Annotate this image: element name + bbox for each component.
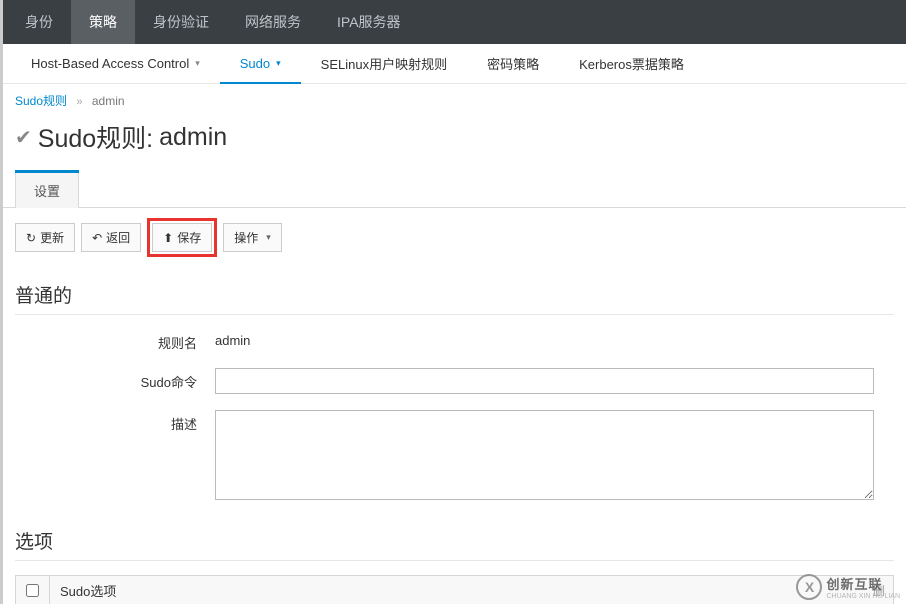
select-all-checkbox[interactable]	[26, 584, 39, 597]
subnav-sudo[interactable]: Sudo ▾	[220, 45, 301, 84]
upload-icon: ⬆	[163, 231, 173, 245]
row-sudo-command: Sudo命令	[15, 368, 894, 394]
actions-label: 操作	[234, 229, 258, 246]
value-rule-name: admin	[215, 329, 894, 348]
section-general: 普通的 规则名 admin Sudo命令 描述	[3, 273, 906, 503]
breadcrumb: Sudo规则 » admin	[3, 84, 906, 115]
label-description: 描述	[15, 410, 215, 433]
actions-dropdown[interactable]: 操作	[223, 223, 282, 252]
nav-network-services[interactable]: 网络服务	[227, 0, 319, 44]
textarea-description[interactable]	[215, 410, 874, 500]
options-table-header: Sudo选项 删	[15, 575, 894, 604]
page-title-prefix: Sudo规则:	[38, 119, 153, 155]
section-options-title: 选项	[15, 519, 894, 561]
save-label: 保存	[177, 229, 201, 246]
input-sudo-command[interactable]	[215, 368, 874, 394]
save-highlight: ⬆ 保存	[147, 218, 217, 257]
primary-nav: 身份 策略 身份验证 网络服务 IPA服务器	[3, 0, 906, 44]
subnav-selinux[interactable]: SELinux用户映射规则	[301, 44, 467, 83]
subnav-password-policy[interactable]: 密码策略	[467, 44, 559, 83]
subnav-kerberos[interactable]: Kerberos票据策略	[559, 44, 704, 83]
nav-policy[interactable]: 策略	[71, 0, 135, 44]
secondary-nav: Host-Based Access Control ▾ Sudo ▾ SELin…	[3, 44, 906, 84]
watermark: X 创新互联 CHUANG XIN HU LIAN	[796, 574, 900, 600]
toolbar: ↻ 更新 ↶ 返回 ⬆ 保存 操作	[3, 208, 906, 273]
nav-ipa-server[interactable]: IPA服务器	[319, 0, 419, 44]
subnav-label: Host-Based Access Control	[31, 56, 189, 71]
row-rule-name: 规则名 admin	[15, 329, 894, 352]
subnav-label: Sudo	[240, 56, 270, 71]
breadcrumb-separator: »	[76, 96, 82, 108]
save-button[interactable]: ⬆ 保存	[152, 223, 212, 252]
chevron-down-icon: ▾	[195, 58, 200, 69]
breadcrumb-current: admin	[92, 94, 125, 108]
tab-settings[interactable]: 设置	[15, 172, 79, 208]
watermark-logo-icon: X	[796, 574, 822, 600]
undo-icon: ↶	[92, 231, 102, 245]
chevron-down-icon: ▾	[276, 58, 281, 69]
refresh-label: 更新	[40, 229, 64, 246]
back-label: 返回	[106, 229, 130, 246]
refresh-icon: ↻	[26, 231, 36, 245]
check-icon: ✔	[15, 125, 32, 150]
col-sudo-option: Sudo选项	[50, 581, 853, 600]
section-general-title: 普通的	[15, 273, 894, 315]
refresh-button[interactable]: ↻ 更新	[15, 223, 75, 252]
label-rule-name: 规则名	[15, 329, 215, 352]
nav-authentication[interactable]: 身份验证	[135, 0, 227, 44]
label-sudo-command: Sudo命令	[15, 368, 215, 391]
page-title-name: admin	[159, 123, 227, 152]
breadcrumb-link-sudo-rules[interactable]: Sudo规则	[15, 94, 67, 108]
detail-tabs: 设置	[3, 171, 906, 208]
nav-identity[interactable]: 身份	[7, 0, 71, 44]
watermark-subtext: CHUANG XIN HU LIAN	[826, 593, 900, 600]
section-options: 选项 Sudo选项 删	[3, 519, 906, 604]
watermark-text: 创新互联	[826, 577, 882, 592]
row-description: 描述	[15, 410, 894, 503]
back-button[interactable]: ↶ 返回	[81, 223, 141, 252]
page-title: ✔ Sudo规则: admin	[3, 115, 906, 171]
subnav-hbac[interactable]: Host-Based Access Control ▾	[11, 44, 220, 83]
